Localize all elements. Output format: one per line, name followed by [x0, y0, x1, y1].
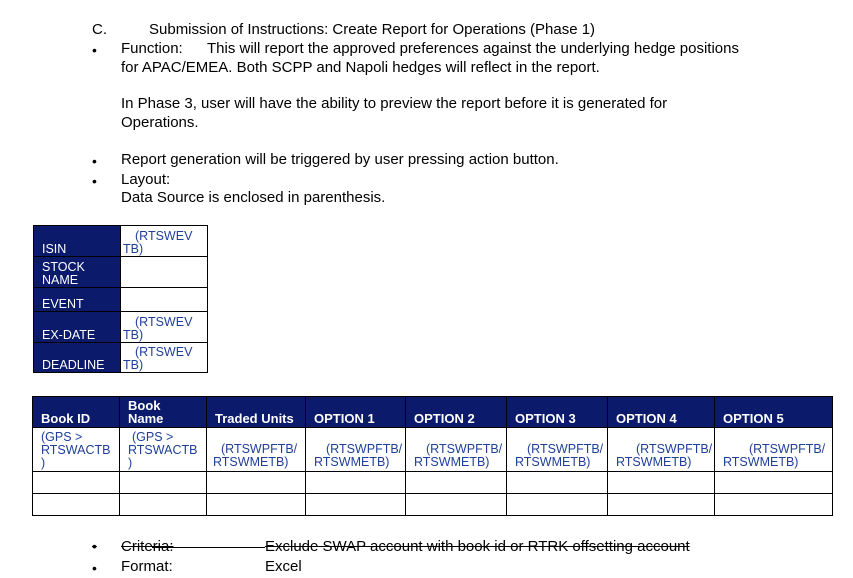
criteria-line: • Criteria: Exclude SWAP account with bo…	[92, 538, 720, 558]
bullet-icon: •	[92, 173, 97, 189]
empty-cell	[119, 493, 207, 516]
function-text-line2: for APAC/EMEA. Both SCPP and Napoli hedg…	[121, 59, 600, 76]
data-source-note: Data Source is enclosed in parenthesis.	[121, 189, 386, 206]
summary-row-ex-date: EX-DATE (RTSWEV TB)	[33, 311, 208, 343]
phase3-text-line2: Operations.	[121, 114, 199, 131]
empty-cell	[714, 493, 833, 516]
summary-value-deadline: (RTSWEV TB)	[120, 342, 208, 373]
empty-cell	[607, 493, 715, 516]
report-source-row: (GPS > RTSWACTB) (GPS > RTSWACTB) (RTSWPFT…	[32, 427, 833, 472]
empty-cell	[305, 471, 406, 494]
summary-value-stock-name	[120, 256, 208, 288]
header-option-2: OPTION 2	[405, 396, 507, 428]
summary-label-deadline: DEADLINE	[33, 342, 121, 373]
empty-cell	[607, 471, 715, 494]
summary-row-isin: ISIN (RTSWEV TB)	[33, 225, 208, 257]
empty-cell	[32, 471, 120, 494]
summary-row-deadline: DEADLINE (RTSWEV TB)	[33, 342, 208, 373]
source-option-3: (RTSWPFTB/RTSWMETB)	[506, 427, 608, 472]
phase3-text-line1: In Phase 3, user will have the ability t…	[121, 95, 668, 112]
report-empty-row	[32, 471, 833, 494]
summary-label-stock-name: STOCK NAME	[33, 256, 121, 288]
header-option-1: OPTION 1	[305, 396, 406, 428]
empty-cell	[119, 471, 207, 494]
empty-cell	[506, 471, 608, 494]
summary-row-event: EVENT	[33, 287, 208, 312]
source-option-5: (RTSWPFTB/RTSWMETB)	[714, 427, 833, 472]
section-letter: C.	[92, 21, 107, 38]
empty-cell	[305, 493, 406, 516]
source-option-2: (RTSWPFTB/RTSWMETB)	[405, 427, 507, 472]
format-label: Format:	[121, 558, 173, 575]
strike-line	[152, 547, 265, 548]
header-option-5: OPTION 5	[714, 396, 833, 428]
header-book-id: Book ID	[32, 396, 120, 428]
bullet-icon: •	[92, 538, 97, 554]
bullet-icon: •	[92, 42, 97, 58]
empty-cell	[506, 493, 608, 516]
empty-cell	[714, 471, 833, 494]
report-empty-row	[32, 493, 833, 516]
source-book-id: (GPS > RTSWACTB)	[32, 427, 120, 472]
header-option-3: OPTION 3	[506, 396, 608, 428]
source-option-4: (RTSWPFTB/RTSWMETB)	[607, 427, 715, 472]
summary-table: ISIN (RTSWEV TB) STOCK NAME EVENT EX-DATE …	[33, 225, 208, 373]
empty-cell	[206, 471, 306, 494]
header-book-name: Book Name	[119, 396, 207, 428]
section-title: Submission of Instructions: Create Repor…	[149, 21, 596, 38]
source-traded-units: (RTSWPFTB/RTSWMETB)	[206, 427, 306, 472]
empty-cell	[405, 471, 507, 494]
summary-label-ex-date: EX-DATE	[33, 311, 121, 343]
function-text-line1: This will report the approved preference…	[207, 40, 739, 57]
empty-cell	[405, 493, 507, 516]
empty-cell	[206, 493, 306, 516]
header-traded-units: Traded Units	[206, 396, 306, 428]
summary-value-isin: (RTSWEV TB)	[120, 225, 208, 257]
empty-cell	[32, 493, 120, 516]
criteria-value: Exclude SWAP account with book id or RTR…	[265, 538, 690, 555]
summary-value-ex-date: (RTSWEV TB)	[120, 311, 208, 343]
function-label: Function:	[121, 40, 183, 57]
summary-row-stock-name: STOCK NAME	[33, 256, 208, 288]
summary-value-event	[120, 287, 208, 312]
summary-label-event: EVENT	[33, 287, 121, 312]
format-value: Excel	[265, 558, 302, 575]
source-option-1: (RTSWPFTB/RTSWMETB)	[305, 427, 406, 472]
summary-label-isin: ISIN	[33, 225, 121, 257]
header-option-4: OPTION 4	[607, 396, 715, 428]
report-layout-table: Book ID Book Name Traded Units OPTION 1 O…	[32, 396, 833, 516]
source-book-name: (GPS > RTSWACTB)	[119, 427, 207, 472]
bullet-icon: •	[92, 153, 97, 169]
bullet-icon: •	[92, 560, 97, 576]
report-generation-text: Report generation will be triggered by u…	[121, 151, 559, 168]
report-header-row: Book ID Book Name Traded Units OPTION 1 O…	[32, 396, 833, 428]
layout-label: Layout:	[121, 171, 171, 188]
